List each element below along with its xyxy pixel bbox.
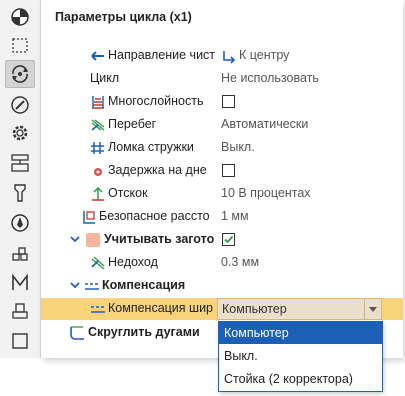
row-dwell[interactable]: Задержка на дне [41, 160, 403, 182]
layers-icon [92, 96, 104, 109]
blocks-icon[interactable] [6, 240, 34, 266]
corner-arrow-icon [223, 51, 236, 64]
dropdown-option-computer[interactable]: Компьютер [219, 322, 382, 344]
row-direction-label: Направление чист [108, 48, 216, 62]
square-icon[interactable] [6, 328, 34, 354]
dropdown-option-off[interactable]: Выкл. [219, 345, 382, 367]
overrun-icon [91, 119, 105, 131]
row-direction[interactable]: Направление чист К центру [41, 45, 403, 67]
undercut-icon [91, 256, 105, 270]
row-cycle[interactable]: Цикл Не использовать [41, 68, 403, 90]
row-safe-distance[interactable]: Безопасное рассто 1 мм [41, 206, 403, 228]
row-undercut-value: 0.3 мм [221, 255, 260, 269]
workpiece-swatch-icon [86, 233, 100, 247]
arrow-left-icon [91, 51, 104, 61]
compensation-width-icon [91, 306, 105, 313]
round-arcs-icon [70, 326, 84, 340]
row-overrun-label: Перебег [108, 117, 157, 131]
multilayer-checkbox[interactable] [222, 95, 235, 108]
row-chipbreak-value: Выкл. [221, 140, 255, 154]
row-safe-distance-label: Безопасное рассто [99, 209, 210, 223]
chipbreak-icon [91, 142, 104, 154]
row-workpiece[interactable]: Учитывать загото [41, 229, 403, 251]
safe-distance-icon [83, 211, 95, 224]
row-compensation-width[interactable]: Компенсация шир Компьютер [41, 298, 403, 320]
compensation-width-combobox[interactable]: Компьютер [217, 298, 382, 320]
triangle-down-icon [369, 307, 377, 312]
row-retract[interactable]: Отскок 10 В процентах [41, 183, 403, 205]
gear-icon[interactable] [6, 120, 34, 146]
row-undercut[interactable]: Недоход 0.3 мм [41, 252, 403, 274]
compass-icon[interactable] [6, 92, 34, 118]
stamp-icon[interactable] [6, 298, 34, 324]
row-overrun[interactable]: Перебег Автоматически [41, 114, 403, 136]
dropdown-option-label: Компьютер [224, 326, 289, 340]
row-compensation-label: Компенсация [102, 278, 186, 292]
panel-title: Параметры цикла (x1) [55, 10, 192, 24]
dwell-checkbox[interactable] [222, 164, 235, 177]
row-overrun-value: Автоматически [221, 117, 309, 131]
dropdown-option-label: Выкл. [224, 349, 258, 363]
row-chipbreak[interactable]: Ломка стружки Выкл. [41, 137, 403, 159]
combobox-value: Компьютер [222, 302, 287, 316]
row-workpiece-label: Учитывать загото [104, 232, 215, 246]
row-dwell-label: Задержка на дне [108, 163, 207, 177]
dashed-rect-icon[interactable] [6, 32, 34, 58]
row-retract-value: 10 В процентах [221, 186, 311, 200]
row-compensation[interactable]: Компенсация [41, 275, 403, 297]
dwell-icon [94, 168, 102, 176]
stack-icon[interactable] [6, 150, 34, 176]
pie-icon[interactable] [6, 4, 34, 30]
left-toolbar [0, 0, 41, 358]
cycle-parameters-panel: Параметры цикла (x1) Направление чист К … [41, 0, 403, 358]
compensation-icon [85, 283, 99, 290]
compensation-dropdown-list: Компьютер Выкл. Стойка (2 корректора) [218, 321, 383, 392]
checkmark-icon [224, 235, 234, 244]
row-multilayer-label: Многослойность [108, 94, 204, 108]
chevron-down-icon[interactable] [70, 280, 80, 290]
row-compensation-width-label: Компенсация шир [108, 301, 213, 315]
nib-icon[interactable] [6, 210, 34, 236]
row-cycle-label: Цикл [90, 71, 120, 85]
combobox-arrow[interactable] [364, 299, 381, 319]
chevron-down-icon[interactable] [70, 234, 80, 244]
row-chipbreak-label: Ломка стружки [108, 140, 194, 154]
row-direction-value: К центру [239, 48, 290, 62]
retract-icon [92, 186, 104, 201]
dropdown-option-label: Стойка (2 корректора) [224, 372, 353, 386]
row-undercut-label: Недоход [108, 255, 158, 269]
row-round-arcs-label: Скруглить дугами [88, 325, 200, 339]
workpiece-checkbox[interactable] [222, 233, 235, 246]
rotate-icon[interactable] [5, 60, 35, 88]
row-retract-label: Отскок [108, 186, 148, 200]
dropdown-option-machine[interactable]: Стойка (2 корректора) [219, 368, 382, 390]
row-multilayer[interactable]: Многослойность [41, 91, 403, 113]
row-safe-distance-value: 1 мм [221, 209, 249, 223]
row-cycle-value: Не использовать [221, 71, 319, 85]
tool-icon[interactable] [6, 180, 34, 206]
m-icon[interactable] [6, 270, 34, 296]
